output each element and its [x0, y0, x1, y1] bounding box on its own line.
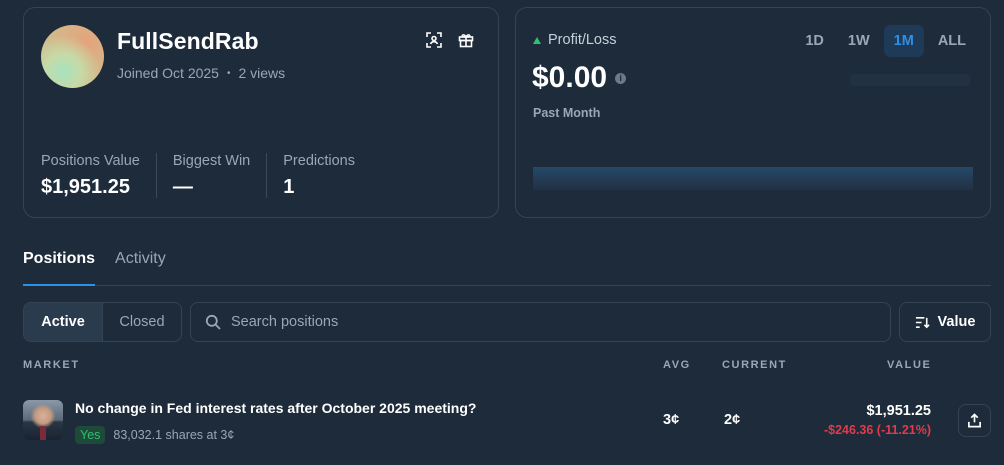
scan-icon: [426, 32, 442, 48]
username: FullSendRab: [117, 28, 259, 54]
shares-info: 83,032.1 shares at 3¢: [113, 428, 235, 442]
range-1m[interactable]: 1M: [883, 25, 924, 57]
pnl-card: Profit/Loss $0.00 i Past Month 1D 1W 1M …: [515, 7, 991, 218]
sort-button[interactable]: Value: [899, 302, 991, 342]
range-all[interactable]: ALL: [928, 25, 976, 57]
stat-predictions: Predictions 1: [283, 153, 371, 198]
column-header-current: CURRENT: [722, 359, 787, 371]
avg-price: 3¢: [663, 412, 680, 428]
search-box: [190, 302, 891, 342]
tab-bar: Positions Activity: [23, 240, 991, 286]
stat-value: —: [172, 176, 193, 198]
pnl-label: Profit/Loss: [548, 32, 617, 48]
placeholder-bar: [850, 74, 970, 86]
current-price: 2¢: [724, 412, 741, 428]
stat-biggest-win: Biggest Win —: [172, 153, 268, 198]
position-value: $1,951.25: [866, 403, 931, 419]
pnl-value-row: $0.00 i: [532, 61, 627, 95]
search-input[interactable]: [231, 314, 851, 330]
outcome-badge: Yes: [75, 426, 106, 444]
profile-meta: Joined Oct 2025 • 2 views: [117, 65, 285, 81]
profile-stats: Positions Value $1,951.25 Biggest Win — …: [41, 153, 387, 198]
sort-label: Value: [937, 314, 976, 330]
sort-icon: [915, 316, 930, 328]
column-header-avg: AVG: [663, 359, 691, 371]
range-1d[interactable]: 1D: [795, 25, 834, 57]
pnl-period: Past Month: [533, 106, 601, 120]
share-button[interactable]: [958, 404, 991, 437]
scan-button[interactable]: [422, 28, 446, 52]
tab-positions[interactable]: Positions: [23, 240, 96, 286]
tab-activity[interactable]: Activity: [115, 240, 166, 286]
joined-date: Joined Oct 2025: [117, 65, 219, 81]
market-image: [23, 400, 63, 440]
triangle-up-icon: [533, 36, 541, 44]
stat-label: Predictions: [283, 153, 355, 169]
share-icon: [968, 413, 981, 428]
column-header-value: VALUE: [887, 359, 932, 371]
gift-icon: [458, 34, 474, 48]
range-selector: 1D 1W 1M ALL: [795, 25, 976, 57]
gift-button[interactable]: [454, 28, 478, 52]
search-icon: [205, 314, 221, 330]
segment-active[interactable]: Active: [24, 303, 102, 341]
avatar: [41, 25, 104, 88]
stat-label: Positions Value: [41, 153, 140, 169]
view-count: 2 views: [238, 65, 286, 81]
pnl-chart: [533, 167, 973, 190]
info-icon[interactable]: i: [615, 72, 627, 84]
stat-label: Biggest Win: [172, 153, 251, 169]
market-title[interactable]: No change in Fed interest rates after Oc…: [75, 400, 476, 416]
range-1w[interactable]: 1W: [838, 25, 880, 57]
pnl-header: Profit/Loss: [533, 32, 617, 48]
segment-closed[interactable]: Closed: [102, 303, 181, 341]
status-segmented-control: Active Closed: [23, 302, 182, 342]
stat-positions-value: Positions Value $1,951.25: [41, 153, 157, 198]
stat-value: $1,951.25: [41, 176, 130, 198]
profile-card: FullSendRab Joined Oct 2025 • 2 views Po…: [23, 7, 499, 218]
pnl-value: $0.00: [532, 61, 608, 94]
separator-dot: •: [226, 67, 231, 79]
outcome-info: Yes 83,032.1 shares at 3¢: [75, 426, 234, 444]
table-row[interactable]: No change in Fed interest rates after Oc…: [23, 393, 991, 448]
stat-value: 1: [283, 176, 295, 198]
position-change: -$246.36 (-11.21%): [823, 423, 931, 437]
column-header-market: MARKET: [23, 359, 80, 371]
